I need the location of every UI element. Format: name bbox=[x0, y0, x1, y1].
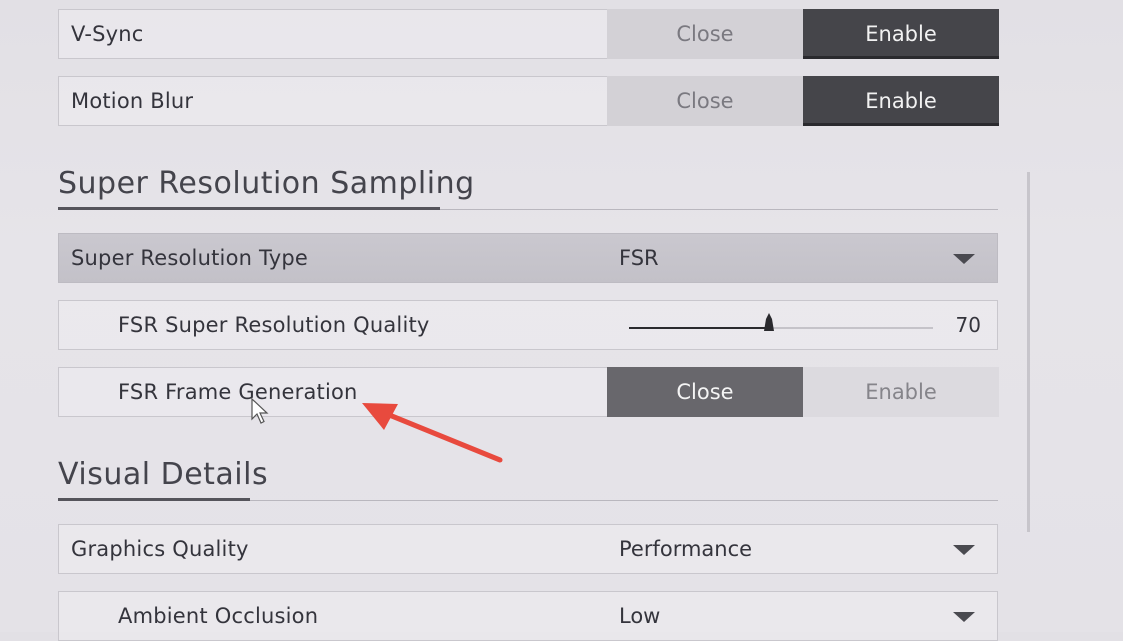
graphics-settings-panel: V-Sync Close Enable Motion Blur Close En… bbox=[0, 0, 1123, 641]
mouse-pointer-icon bbox=[251, 398, 269, 424]
annotation-arrow-icon bbox=[362, 403, 503, 463]
